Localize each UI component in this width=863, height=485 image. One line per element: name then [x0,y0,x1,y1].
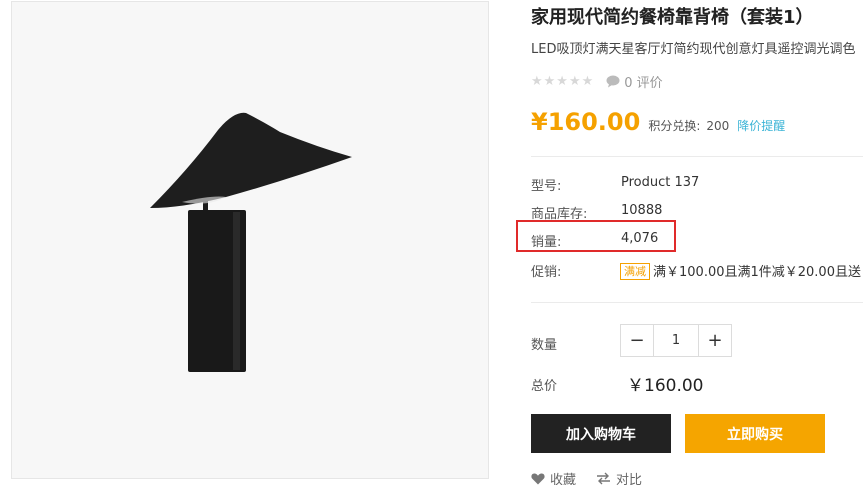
price-alert-link[interactable]: 降价提醒 [737,117,785,134]
stock-label: 商品库存: [531,207,588,222]
stock-value: 10888 [621,203,663,218]
product-subtitle: LED吸顶灯满天星客厅灯简约现代创意灯具遥控调光调色 [531,42,856,57]
promo-label: 促销: [531,265,562,280]
points-value: 200 [706,119,730,133]
points-label: 积分兑换: [648,119,701,133]
comment-icon [606,75,620,88]
quantity-input[interactable] [653,325,699,356]
product-title: 家用现代简约餐椅靠背椅（套装1） [531,7,814,28]
star-icon: ★★★★★ [531,74,595,89]
favorite-label: 收藏 [550,473,577,485]
product-price: ¥160.00 [531,108,641,136]
quantity-stepper: − + [620,324,732,357]
promo-badge: 满减 [620,263,650,280]
add-to-cart-button[interactable]: 加入购物车 [531,414,671,453]
divider [531,156,863,157]
minus-button[interactable]: − [621,325,653,356]
sales-value: 4,076 [621,231,659,246]
sales-label: 销量: [531,235,562,250]
plus-button[interactable]: + [699,325,731,356]
divider [531,302,863,303]
review-count-link[interactable]: 0 评价 [624,72,662,91]
favorite-link[interactable]: 收藏 [531,469,576,485]
qty-label: 数量 [531,338,558,353]
price-row: ¥160.00 积分兑换: 200 降价提醒 [531,108,785,136]
compare-icon [597,472,611,485]
lamp-illustration [150,112,352,372]
heart-icon [531,473,545,485]
promo-text: 满￥100.00且满1件减￥20.00且送 [653,265,861,280]
product-info: 家用现代简约餐椅靠背椅（套装1） LED吸顶灯满天星客厅灯简约现代创意灯具遥控调… [531,0,863,485]
total-price: ￥160.00 [627,376,704,396]
total-label: 总价 [531,379,558,394]
rating-row: ★★★★★ 0 评价 [531,72,663,91]
buy-now-button[interactable]: 立即购买 [685,414,825,453]
model-value: Product 137 [621,175,700,190]
model-label: 型号: [531,179,562,194]
promo-content: 满减 满￥100.00且满1件减￥20.00且送 [620,261,861,280]
product-image [11,1,489,479]
compare-label: 对比 [616,473,643,485]
compare-link[interactable]: 对比 [596,469,642,485]
action-links: 收藏 对比 [531,469,662,485]
